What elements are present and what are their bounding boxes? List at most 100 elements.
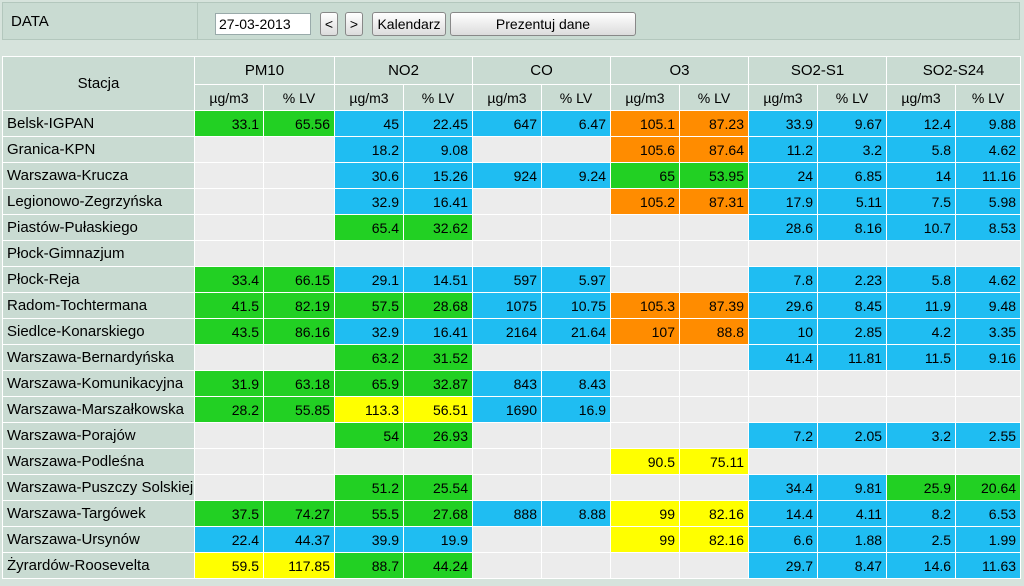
table-body: Belsk-IGPAN 33.1 65.56 45 22.45 647 6.47 105.1 8… <box>2 110 1022 579</box>
value-cell: 30.6 <box>334 162 404 189</box>
station-name: Warszawa-Podleśna <box>2 448 195 475</box>
value-cell <box>472 448 542 475</box>
value-cell <box>194 448 264 475</box>
value-cell: 1075 <box>472 292 542 319</box>
value-cell: 2164 <box>472 318 542 345</box>
value-cell: 34.4 <box>748 474 819 501</box>
unit-header-concentration: µg/m3 <box>886 84 957 111</box>
value-cell: 37.5 <box>194 500 264 527</box>
value-cell: 7.2 <box>748 422 819 449</box>
value-cell: 7.5 <box>886 188 957 215</box>
station-name: Żyrardów-Roosevelta <box>2 552 195 579</box>
unit-header-percent-lv: % LV <box>678 84 750 111</box>
value-cell <box>472 240 542 267</box>
value-cell <box>748 448 819 475</box>
station-name: Warszawa-Marszałkowska <box>2 396 195 423</box>
value-cell: 31.9 <box>194 370 264 397</box>
next-day-button[interactable]: > <box>345 12 363 36</box>
pollutant-header: CO <box>472 56 611 85</box>
calendar-button[interactable]: Kalendarz <box>372 12 446 36</box>
date-input[interactable] <box>215 13 311 35</box>
unit-header-concentration: µg/m3 <box>748 84 819 111</box>
value-cell: 43.5 <box>194 318 264 345</box>
station-name: Siedlce-Konarskiego <box>2 318 195 345</box>
value-cell <box>541 240 611 267</box>
value-cell <box>541 422 611 449</box>
value-cell: 11.16 <box>955 162 1022 189</box>
value-cell: 53.95 <box>678 162 750 189</box>
value-cell <box>263 214 335 241</box>
pollutant-header: SO2-S24 <box>886 56 1022 85</box>
value-cell <box>194 136 264 163</box>
value-cell <box>194 474 264 501</box>
value-cell: 4.11 <box>817 500 888 527</box>
previous-day-button[interactable]: < <box>320 12 338 36</box>
value-cell: 647 <box>472 110 542 137</box>
value-cell: 82.16 <box>678 500 750 527</box>
table-row: Siedlce-Konarskiego 43.5 86.16 32.9 16.41 216… <box>2 318 1022 345</box>
value-cell: 11.81 <box>817 344 888 371</box>
value-cell: 19.9 <box>403 526 473 553</box>
value-cell <box>817 448 888 475</box>
value-cell: 9.24 <box>541 162 611 189</box>
value-cell <box>472 422 542 449</box>
value-cell: 59.5 <box>194 552 264 579</box>
value-cell: 22.45 <box>403 110 473 137</box>
value-cell <box>472 136 542 163</box>
value-cell: 14 <box>886 162 957 189</box>
value-cell: 86.16 <box>263 318 335 345</box>
table-row: Radom-Tochtermana 41.5 82.19 57.5 28.68 1075 1… <box>2 292 1022 319</box>
value-cell: 11.2 <box>748 136 819 163</box>
station-name: Belsk-IGPAN <box>2 110 195 137</box>
value-cell <box>472 552 542 579</box>
value-cell: 99 <box>610 526 680 553</box>
value-cell: 5.11 <box>817 188 888 215</box>
value-cell: 8.53 <box>955 214 1022 241</box>
value-cell <box>610 474 680 501</box>
value-cell <box>678 552 750 579</box>
value-cell: 105.3 <box>610 292 680 319</box>
value-cell: 29.1 <box>334 266 404 293</box>
value-cell: 90.5 <box>610 448 680 475</box>
value-cell: 2.05 <box>817 422 888 449</box>
value-cell: 28.2 <box>194 396 264 423</box>
table-row: Warszawa-Podleśna 90.5 75.11 <box>2 448 1022 475</box>
show-data-button[interactable]: Prezentuj dane <box>450 12 636 36</box>
value-cell: 5.98 <box>955 188 1022 215</box>
value-cell: 8.16 <box>817 214 888 241</box>
value-cell: 2.23 <box>817 266 888 293</box>
value-cell <box>610 370 680 397</box>
value-cell: 11.5 <box>886 344 957 371</box>
value-cell: 87.23 <box>678 110 750 137</box>
station-name: Warszawa-Bernardyńska <box>2 344 195 371</box>
value-cell: 1.88 <box>817 526 888 553</box>
value-cell: 6.53 <box>955 500 1022 527</box>
value-cell: 21.64 <box>541 318 611 345</box>
value-cell: 32.9 <box>334 188 404 215</box>
value-cell <box>541 344 611 371</box>
value-cell: 597 <box>472 266 542 293</box>
value-cell: 22.4 <box>194 526 264 553</box>
station-name: Piastów-Pułaskiego <box>2 214 195 241</box>
table-row: Warszawa-Marszałkowska 28.2 55.85 113.3 56.5… <box>2 396 1022 423</box>
unit-header-concentration: µg/m3 <box>334 84 404 111</box>
value-cell: 105.2 <box>610 188 680 215</box>
value-cell: 63.2 <box>334 344 404 371</box>
value-cell: 8.47 <box>817 552 888 579</box>
value-cell: 10.7 <box>886 214 957 241</box>
value-cell <box>678 370 750 397</box>
value-cell <box>194 162 264 189</box>
value-cell: 65.56 <box>263 110 335 137</box>
table-row: Warszawa-Ursynów 22.4 44.37 39.9 19.9 99 82.16… <box>2 526 1022 553</box>
value-cell: 16.41 <box>403 318 473 345</box>
value-cell: 105.1 <box>610 110 680 137</box>
unit-header-percent-lv: % LV <box>263 84 335 111</box>
value-cell: 56.51 <box>403 396 473 423</box>
value-cell <box>334 448 404 475</box>
table-row: Belsk-IGPAN 33.1 65.56 45 22.45 647 6.47 105.1 8… <box>2 110 1022 137</box>
table-row: Warszawa-Bernardyńska 63.2 31.52 41.4 11.81 1… <box>2 344 1022 371</box>
value-cell: 14.4 <box>748 500 819 527</box>
value-cell: 75.11 <box>678 448 750 475</box>
value-cell: 6.85 <box>817 162 888 189</box>
value-cell: 65.4 <box>334 214 404 241</box>
